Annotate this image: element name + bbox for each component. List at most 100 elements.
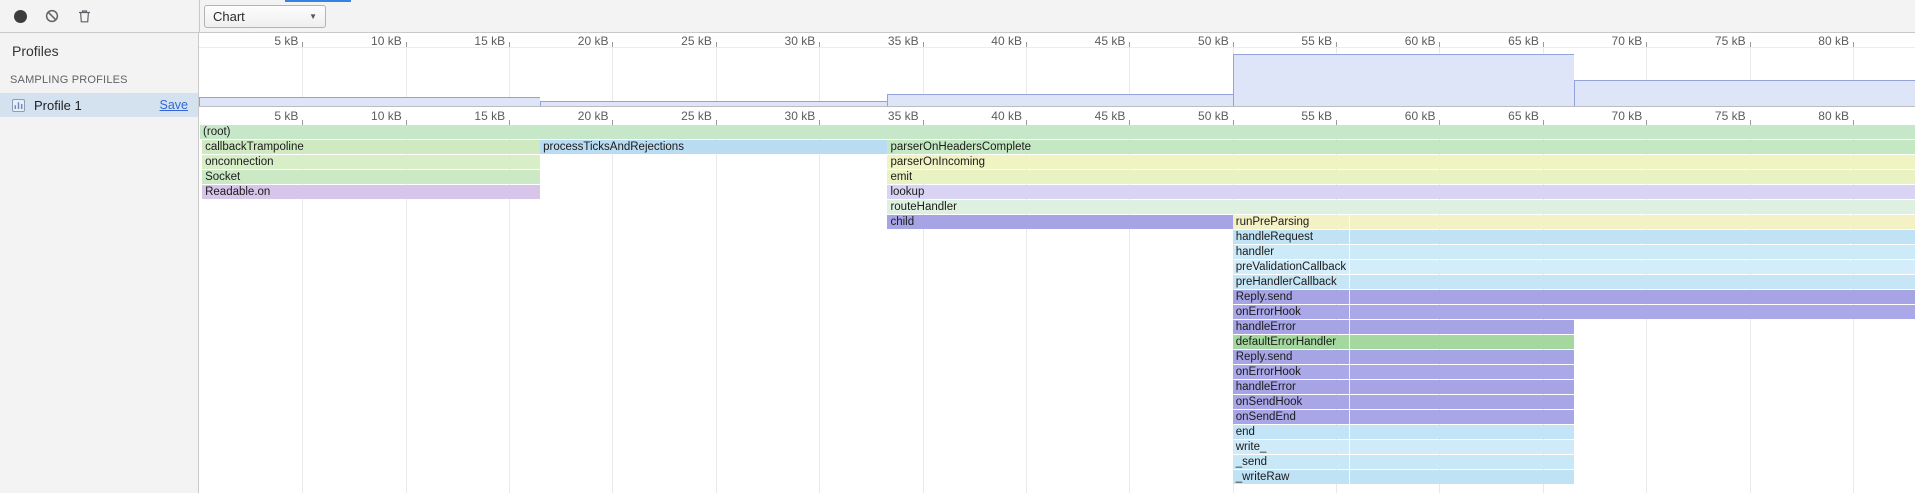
flame-bar[interactable]: write_ xyxy=(1233,440,1574,454)
record-button[interactable] xyxy=(6,3,34,29)
flame-row: (root) xyxy=(199,125,1915,140)
ruler-label: 25 kB xyxy=(681,34,712,48)
chart-view-select[interactable]: Chart ▼ xyxy=(204,5,326,28)
overview-area-step xyxy=(540,101,887,106)
ruler-label: 20 kB xyxy=(578,109,609,123)
ruler-label: 35 kB xyxy=(888,109,919,123)
toolbar-separator xyxy=(199,0,200,32)
flame-row: Reply.send xyxy=(199,290,1915,305)
chevron-down-icon: ▼ xyxy=(309,12,317,21)
ruler-tick xyxy=(1646,42,1647,47)
flame-bar[interactable]: onconnection xyxy=(202,155,540,169)
flame-bar[interactable]: handleError xyxy=(1233,380,1574,394)
save-profile-link[interactable]: Save xyxy=(160,98,189,112)
chart-area: 5 kB10 kB15 kB20 kB25 kB30 kB35 kB40 kB4… xyxy=(199,33,1915,493)
flame-bar[interactable]: handleError xyxy=(1233,320,1574,334)
ruler-label: 35 kB xyxy=(888,34,919,48)
ruler-label: 75 kB xyxy=(1715,109,1746,123)
flame-bar[interactable]: _send xyxy=(1233,455,1574,469)
flame-row: _send xyxy=(199,455,1915,470)
flame-row: handler xyxy=(199,245,1915,260)
ruler-tick xyxy=(1233,42,1234,47)
flame-row: handleError xyxy=(199,380,1915,395)
delete-profile-button[interactable] xyxy=(70,3,98,29)
ruler-label: 70 kB xyxy=(1612,109,1643,123)
flame-row: onErrorHook xyxy=(199,305,1915,320)
flame-bar[interactable]: (root) xyxy=(200,125,1915,139)
ruler-label: 60 kB xyxy=(1405,34,1436,48)
ruler-tick xyxy=(1853,42,1854,47)
ruler-label: 65 kB xyxy=(1508,109,1539,123)
flame-bar[interactable]: preValidationCallback xyxy=(1233,260,1915,274)
clear-button[interactable] xyxy=(38,3,66,29)
flame-row: handleError xyxy=(199,320,1915,335)
allocation-overview[interactable] xyxy=(199,48,1915,107)
flame-bar[interactable]: emit xyxy=(887,170,1915,184)
sidebar-title: Profiles xyxy=(0,33,198,59)
flame-bar[interactable]: preHandlerCallback xyxy=(1233,275,1915,289)
ruler-label: 50 kB xyxy=(1198,34,1229,48)
toolbar: Chart ▼ xyxy=(0,0,1915,33)
flame-bar[interactable]: routeHandler xyxy=(887,200,1915,214)
flame-row: _writeRaw xyxy=(199,470,1915,485)
flame-bar[interactable]: handleRequest xyxy=(1233,230,1915,244)
ruler-label: 40 kB xyxy=(991,109,1022,123)
ruler-label: 45 kB xyxy=(1095,34,1126,48)
flame-bar[interactable]: runPreParsing xyxy=(1233,215,1915,229)
flame-bar[interactable]: onSendHook xyxy=(1233,395,1574,409)
ruler-tick xyxy=(923,42,924,47)
flame-bar[interactable]: parserOnHeadersComplete xyxy=(887,140,1915,154)
flame-bar[interactable]: processTicksAndRejections xyxy=(540,140,887,154)
ruler-label: 80 kB xyxy=(1818,34,1849,48)
sample-seam xyxy=(1349,215,1350,485)
ruler-label: 20 kB xyxy=(578,34,609,48)
ruler-tick xyxy=(1336,42,1337,47)
ruler-tick xyxy=(406,42,407,47)
flame-bar[interactable]: defaultErrorHandler xyxy=(1233,335,1574,349)
sidebar-item-profile-1[interactable]: Profile 1 Save xyxy=(0,93,198,117)
ruler-label: 50 kB xyxy=(1198,109,1229,123)
flame-bar[interactable]: onErrorHook xyxy=(1233,305,1915,319)
overview-area-step xyxy=(1574,80,1915,106)
ruler-label: 10 kB xyxy=(371,34,402,48)
flame-bar[interactable]: onErrorHook xyxy=(1233,365,1574,379)
flame-row: preHandlerCallback xyxy=(199,275,1915,290)
flame-bar[interactable]: Reply.send xyxy=(1233,350,1574,364)
profiles-sidebar: Profiles SAMPLING PROFILES Profile 1 Sav… xyxy=(0,33,199,493)
ruler-tick xyxy=(1439,42,1440,47)
trash-icon xyxy=(78,9,91,23)
flame-row: defaultErrorHandler xyxy=(199,335,1915,350)
panel-body: Profiles SAMPLING PROFILES Profile 1 Sav… xyxy=(0,33,1915,493)
flame-row: write_ xyxy=(199,440,1915,455)
sampling-profiles-header: SAMPLING PROFILES xyxy=(0,59,198,93)
ruler-tick xyxy=(302,42,303,47)
ruler-label: 75 kB xyxy=(1715,34,1746,48)
flame-bar[interactable]: _writeRaw xyxy=(1233,470,1574,484)
size-ruler-top: 5 kB10 kB15 kB20 kB25 kB30 kB35 kB40 kB4… xyxy=(199,33,1915,48)
flame-bar[interactable]: parserOnIncoming xyxy=(887,155,1915,169)
record-icon xyxy=(14,10,27,23)
ruler-tick xyxy=(1543,42,1544,47)
ruler-tick xyxy=(1026,42,1027,47)
flame-bar[interactable]: Reply.send xyxy=(1233,290,1915,304)
flame-bar[interactable]: end xyxy=(1233,425,1574,439)
flame-row: onSendHook xyxy=(199,395,1915,410)
ruler-label: 80 kB xyxy=(1818,109,1849,123)
overview-area-step xyxy=(887,94,1232,106)
flame-row: Readable.on lookup xyxy=(199,185,1915,200)
ruler-label: 55 kB xyxy=(1301,109,1332,123)
flame-row: onErrorHook xyxy=(199,365,1915,380)
flame-bar[interactable]: Socket xyxy=(202,170,540,184)
flame-bar[interactable]: lookup xyxy=(887,185,1915,199)
flame-bar[interactable]: onSendEnd xyxy=(1233,410,1574,424)
flame-bar[interactable]: handler xyxy=(1233,245,1915,259)
flame-bar[interactable]: callbackTrampoline xyxy=(202,140,540,154)
ruler-tick xyxy=(1750,42,1751,47)
flame-bar[interactable]: child xyxy=(887,215,1232,229)
profiler-panel: Chart ▼ Profiles SAMPLING PROFILES Profi… xyxy=(0,0,1915,493)
ruler-tick xyxy=(1129,42,1130,47)
ruler-tick xyxy=(716,42,717,47)
profile-name: Profile 1 xyxy=(34,98,82,113)
flame-row: routeHandler xyxy=(199,200,1915,215)
flame-bar[interactable]: Readable.on xyxy=(202,185,540,199)
